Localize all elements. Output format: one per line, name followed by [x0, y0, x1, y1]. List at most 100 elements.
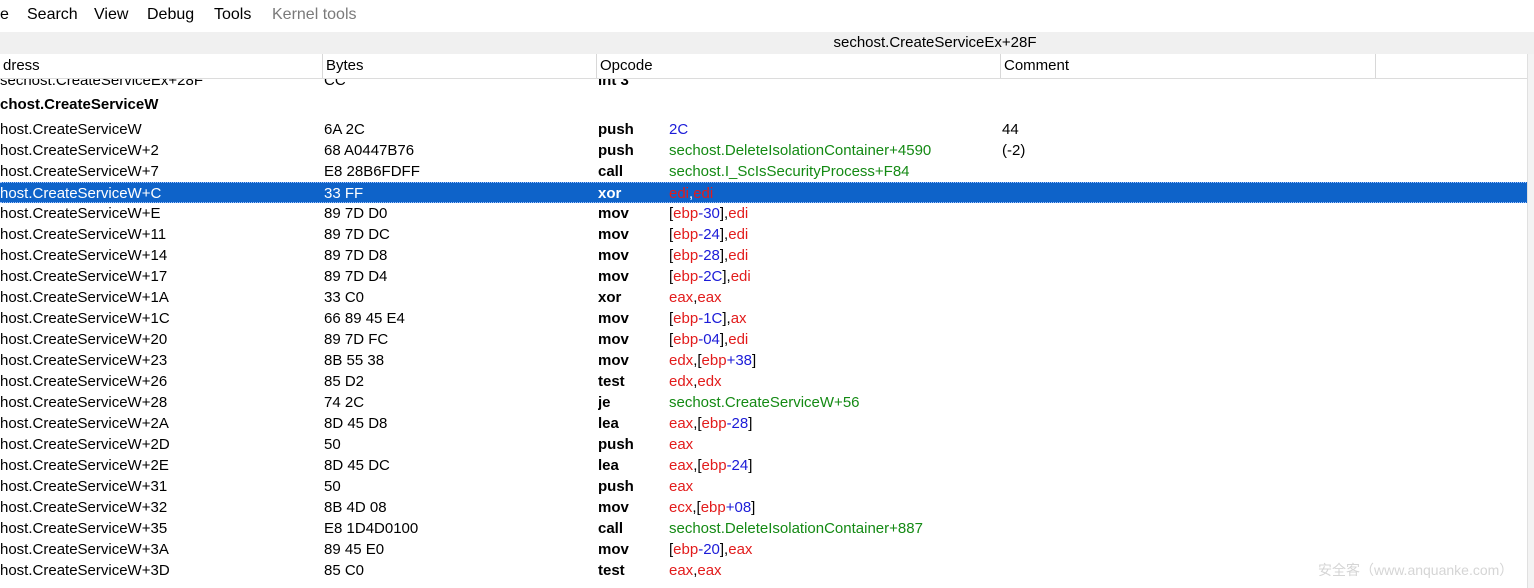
row-operands: [ebp-20],eax — [669, 539, 999, 560]
row-opcode: call — [598, 163, 624, 180]
menu-view[interactable]: View — [94, 6, 128, 24]
operand-token: edi — [728, 226, 749, 243]
menu-kernel-tools[interactable]: Kernel tools — [272, 6, 357, 24]
operand-token: ,[ — [692, 499, 701, 516]
instruction-row[interactable]: host.CreateServiceW+7 E8 28B6FDFF call sech… — [0, 161, 1534, 182]
instruction-row[interactable]: host.CreateServiceW+E 89 7D D0 mov [ebp-30]… — [0, 203, 1534, 224]
column-opcode[interactable]: Opcode — [597, 54, 1001, 78]
row-bytes: 68 A0447B76 — [324, 142, 415, 159]
instruction-row[interactable]: host.CreateServiceW+23 8B 55 38 mov edx,[eb… — [0, 350, 1534, 371]
instruction-row[interactable]: host.CreateServiceW+17 89 7D D4 mov [ebp-2C… — [0, 266, 1534, 287]
row-bytes: E8 28B6FDFF — [324, 163, 420, 180]
operand-token: eax — [669, 562, 694, 579]
row-bytes: 89 7D DC — [324, 226, 390, 243]
row-operands: edx,[ebp+38] — [669, 350, 999, 371]
row-opcode: xor — [598, 185, 622, 202]
menu-file[interactable]: e — [0, 6, 9, 24]
operand-token: ], — [722, 268, 731, 285]
operand-token: ecx — [669, 499, 693, 516]
row-opcode: push — [598, 478, 634, 495]
row-operands: 2C — [669, 119, 999, 140]
instruction-row[interactable]: host.CreateServiceW+20 89 7D FC mov [ebp-04… — [0, 329, 1534, 350]
instruction-row[interactable]: host.CreateServiceW+26 85 D2 test edx,edx — [0, 371, 1534, 392]
operand-token: ax — [730, 310, 747, 327]
row-bytes: 6A 2C — [324, 121, 365, 138]
column-bytes[interactable]: Bytes — [323, 54, 597, 78]
row-address: host.CreateServiceW+1A — [0, 289, 169, 306]
row-bytes: 50 — [324, 436, 341, 453]
row-operands: [ebp-30],edi — [669, 203, 999, 224]
instruction-row[interactable]: host.CreateServiceW+3A 89 45 E0 mov [ebp-20… — [0, 539, 1534, 560]
instruction-row[interactable]: host.CreateServiceW+14 89 7D D8 mov [ebp-28… — [0, 245, 1534, 266]
menubar: e Search View Debug Tools Kernel tools — [0, 0, 1534, 33]
row-address: host.CreateServiceW+23 — [0, 352, 168, 369]
operand-token: ebp — [673, 310, 699, 327]
operand-token: eax — [669, 289, 694, 306]
row-bytes: 50 — [324, 478, 341, 495]
instruction-row[interactable]: host.CreateServiceW+2D 50 push eax — [0, 434, 1534, 455]
row-opcode: mov — [598, 499, 629, 516]
instruction-row[interactable]: host.CreateServiceW+C 33 FF xor edi,edi — [0, 182, 1534, 203]
row-address: host.CreateServiceW+17 — [0, 268, 168, 285]
row-opcode: mov — [598, 541, 629, 558]
row-address: host.CreateServiceW+2E — [0, 457, 169, 474]
menu-debug[interactable]: Debug — [147, 6, 194, 24]
operand-token: eax — [669, 415, 694, 432]
row-operands: eax,[ebp-24] — [669, 455, 999, 476]
operand-token: ebp — [701, 457, 727, 474]
row-operands: sechost.DeleteIsolationContainer+4590 — [669, 140, 999, 161]
operand-token: edi — [728, 247, 749, 264]
row-comment: (-2) — [1002, 142, 1026, 159]
row-operands: edx,edx — [669, 371, 999, 392]
row-address: host.CreateServiceW+35 — [0, 520, 168, 537]
row-operands: [ebp-24],edi — [669, 224, 999, 245]
row-address: host.CreateServiceW+2D — [0, 436, 170, 453]
partial-row[interactable]: sechost.CreateServiceEx+28F CC int 3 — [0, 79, 1534, 90]
operand-token: -30 — [698, 205, 720, 222]
operand-token: ], — [719, 331, 729, 348]
disassembly-view[interactable]: sechost.CreateServiceEx+28F CC int 3 cho… — [0, 79, 1534, 588]
column-comment[interactable]: Comment — [1001, 54, 1376, 78]
row-bytes: E8 1D4D0100 — [324, 520, 419, 537]
instruction-row[interactable]: host.CreateServiceW+2 68 A0447B76 push sech… — [0, 140, 1534, 161]
current-location: sechost.CreateServiceEx+28F — [833, 34, 1037, 51]
column-address[interactable]: dress — [0, 54, 323, 78]
instruction-row[interactable]: host.CreateServiceW+3D 85 C0 test eax,eax — [0, 560, 1534, 581]
menu-search[interactable]: Search — [27, 6, 78, 24]
instruction-row[interactable]: host.CreateServiceW+2E 8D 45 DC lea eax,[eb… — [0, 455, 1534, 476]
instruction-row[interactable]: host.CreateServiceW+2A 8D 45 D8 lea eax,[eb… — [0, 413, 1534, 434]
instruction-row[interactable]: host.CreateServiceW+32 8B 4D 08 mov ecx,[eb… — [0, 497, 1534, 518]
row-address: host.CreateServiceW+3A — [0, 541, 169, 558]
row-bytes: 66 89 45 E4 — [324, 310, 405, 327]
operand-token: sechost.DeleteIsolationContainer+4590 — [669, 142, 932, 159]
row-address: host.CreateServiceW+32 — [0, 499, 168, 516]
operand-token: -28 — [726, 415, 749, 432]
instruction-row[interactable]: host.CreateServiceW 6A 2C push 2C 44 — [0, 119, 1534, 140]
operand-token: ,[ — [693, 415, 702, 432]
operand-token: ebp — [673, 226, 699, 243]
vertical-scrollbar[interactable] — [1527, 54, 1534, 588]
operand-token: ebp — [701, 415, 727, 432]
operand-token: -20 — [698, 541, 720, 558]
row-opcode: lea — [598, 415, 619, 432]
row-opcode: mov — [598, 268, 629, 285]
operand-token: -28 — [698, 247, 720, 264]
instruction-row[interactable]: host.CreateServiceW+11 89 7D DC mov [ebp-24… — [0, 224, 1534, 245]
disassembly-column-header: dress Bytes Opcode Comment — [0, 54, 1534, 79]
operand-token: edi — [728, 331, 749, 348]
row-bytes: 89 7D D4 — [324, 268, 388, 285]
operand-token: edi — [693, 185, 714, 202]
instruction-row[interactable]: host.CreateServiceW+1C 66 89 45 E4 mov [ebp… — [0, 308, 1534, 329]
operand-token: edi — [730, 268, 751, 285]
row-operands: [ebp-1C],ax — [669, 308, 999, 329]
row-operands: [ebp-2C],edi — [669, 266, 999, 287]
instruction-row[interactable]: host.CreateServiceW+31 50 push eax — [0, 476, 1534, 497]
menu-tools[interactable]: Tools — [214, 6, 251, 24]
instruction-row[interactable]: host.CreateServiceW+1A 33 C0 xor eax,eax — [0, 287, 1534, 308]
row-address: host.CreateServiceW+26 — [0, 373, 168, 390]
row-operands: ecx,[ebp+08] — [669, 497, 999, 518]
instruction-row[interactable]: host.CreateServiceW+28 74 2C je sechost.Cre… — [0, 392, 1534, 413]
instruction-row[interactable]: host.CreateServiceW+35 E8 1D4D0100 call sec… — [0, 518, 1534, 539]
operand-token: -1C — [698, 310, 723, 327]
row-address: host.CreateServiceW+3D — [0, 562, 170, 579]
